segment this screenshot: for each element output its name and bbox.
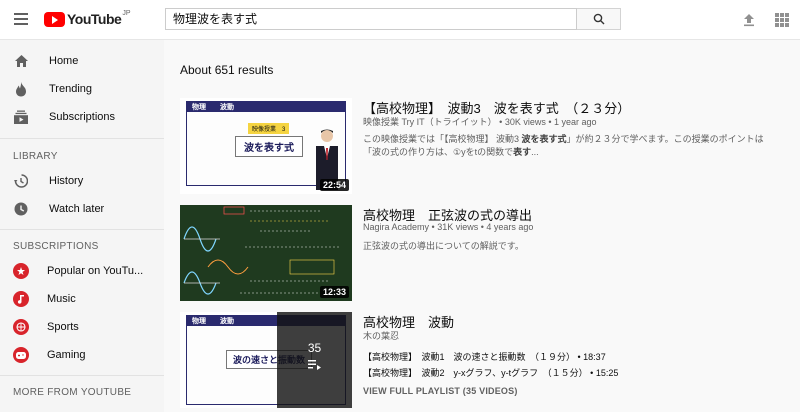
top-bar: YouTube JP 物理波を表す式 — [0, 0, 800, 40]
playlist-item-title: 【高校物理】 波動1 波の速さと振動数 （１９分） — [363, 352, 576, 362]
sidebar-item-label: Popular on YouTu... — [47, 265, 144, 277]
sidebar-divider — [0, 229, 164, 230]
playlist-item-duration: 15:25 — [595, 368, 619, 378]
youtube-logo[interactable]: YouTube JP — [44, 9, 131, 27]
playlist-item[interactable]: 【高校物理】 波動1 波の速さと振動数 （１９分） • 18:37 — [363, 350, 606, 363]
thumb-tag: 波動 — [220, 318, 234, 325]
playlist-item-duration: 18:37 — [583, 352, 606, 362]
playlist-count: 35 — [307, 341, 322, 355]
history-icon — [13, 173, 29, 189]
flame-icon — [13, 81, 29, 97]
sidebar-item-label: Sports — [47, 321, 79, 333]
sidebar-item-label: Music — [47, 293, 76, 305]
channel-name[interactable]: 映像授業 Try IT（トライイット） — [363, 117, 497, 127]
sidebar-item-watch-later[interactable]: Watch later — [0, 195, 164, 223]
youtube-play-icon — [44, 11, 65, 27]
upload-age: 4 years ago — [486, 222, 534, 232]
sidebar-item-label: Trending — [49, 83, 93, 95]
view-count: 31K views — [437, 222, 479, 232]
channel-icon — [13, 319, 29, 335]
search-input[interactable]: 物理波を表す式 — [165, 8, 577, 30]
upload-button[interactable] — [741, 12, 757, 28]
sidebar-item-history[interactable]: History — [0, 167, 164, 195]
desc-highlight: 表す — [513, 147, 532, 157]
sidebar-item-home[interactable]: Home — [0, 47, 164, 75]
logo-text: YouTube — [67, 11, 122, 27]
video-duration: 12:33 — [319, 286, 349, 298]
channel-icon — [13, 291, 29, 307]
upload-icon — [744, 14, 754, 27]
sidebar-item-label: Watch later — [49, 203, 105, 215]
search-icon — [593, 13, 604, 25]
video-meta: 映像授業 Try IT（トライイット） • 30K views • 1 year… — [363, 117, 597, 127]
desc-text: 「波の式の作り方は、①yをtの関数で — [363, 147, 514, 157]
subscriptions-heading: SUBSCRIPTIONS — [13, 241, 99, 252]
playlist-thumbnail[interactable]: 物理 波動 波の速さと振動数 35 — [180, 312, 352, 408]
subscriptions-icon — [13, 109, 29, 125]
sidebar-item-popular[interactable]: Popular on YouTu... — [0, 257, 164, 285]
thumb-badge: 映像授業 3 — [248, 123, 290, 134]
thumb-tag: 波動 — [220, 104, 234, 111]
desc-text: ... — [531, 147, 539, 157]
sidebar-item-label: Subscriptions — [49, 111, 116, 123]
desc-highlight: 波を表す式 — [521, 134, 567, 144]
desc-text: 」が約２３分で学べます。この授業のポイントは — [566, 134, 764, 144]
sidebar-item-label: Gaming — [47, 349, 86, 361]
home-icon — [13, 53, 29, 69]
video-thumbnail[interactable]: 12:33 — [180, 205, 352, 301]
view-count: 30K views — [504, 117, 546, 127]
upload-age: 1 year ago — [554, 117, 597, 127]
sidebar: Home Trending Subscriptions LIBRARY Hist… — [0, 40, 164, 412]
search-button[interactable] — [577, 8, 621, 30]
video-thumbnail[interactable]: 物理 波動 映像授業 3 波を表す式 22:54 — [180, 98, 352, 194]
menu-icon[interactable] — [14, 13, 28, 25]
playlist-item-title: 【高校物理】 波動2 y-xグラフ、y-tグラフ （１５分） — [363, 368, 588, 378]
video-description: この映像授業では「【高校物理】 波動3 波を表す式」が約２３分で学べます。この授… — [363, 133, 793, 159]
channel-name[interactable]: 木の葉忍 — [363, 329, 399, 342]
video-meta: Nagira Academy • 31K views • 4 years ago — [363, 222, 534, 232]
view-full-playlist-link[interactable]: VIEW FULL PLAYLIST (35 VIDEOS) — [363, 386, 518, 396]
thumb-tag: 物理 — [192, 104, 206, 111]
sidebar-divider — [0, 375, 164, 376]
apps-icon[interactable] — [775, 13, 789, 27]
sidebar-item-gaming[interactable]: Gaming — [0, 341, 164, 369]
desc-text: この映像授業では「【高校物理】 波動3 — [363, 134, 522, 144]
playlist-icon — [307, 360, 321, 370]
video-duration: 22:54 — [319, 179, 349, 191]
sidebar-item-label: Home — [49, 55, 79, 67]
logo-region: JP — [122, 9, 131, 17]
more-from-youtube-heading: MORE FROM YOUTUBE — [13, 387, 132, 398]
playlist-overlay: 35 — [277, 312, 352, 408]
channel-name[interactable]: Nagira Academy — [363, 222, 429, 232]
sidebar-item-trending[interactable]: Trending — [0, 75, 164, 103]
clock-icon — [13, 201, 29, 217]
sidebar-item-music[interactable]: Music — [0, 285, 164, 313]
library-heading: LIBRARY — [13, 151, 58, 162]
sidebar-item-subscriptions[interactable]: Subscriptions — [0, 103, 164, 131]
channel-icon — [13, 263, 29, 279]
playlist-item[interactable]: 【高校物理】 波動2 y-xグラフ、y-tグラフ （１５分） • 15:25 — [363, 366, 618, 379]
thumb-title: 波を表す式 — [235, 136, 303, 157]
sidebar-item-sports[interactable]: Sports — [0, 313, 164, 341]
video-description: 正弦波の式の導出についての解説です。 — [363, 241, 524, 251]
sidebar-divider — [0, 138, 164, 139]
sidebar-item-label: History — [49, 175, 84, 187]
thumb-tag: 物理 — [192, 318, 206, 325]
results-count: About 651 results — [180, 63, 274, 77]
channel-icon — [13, 347, 29, 363]
